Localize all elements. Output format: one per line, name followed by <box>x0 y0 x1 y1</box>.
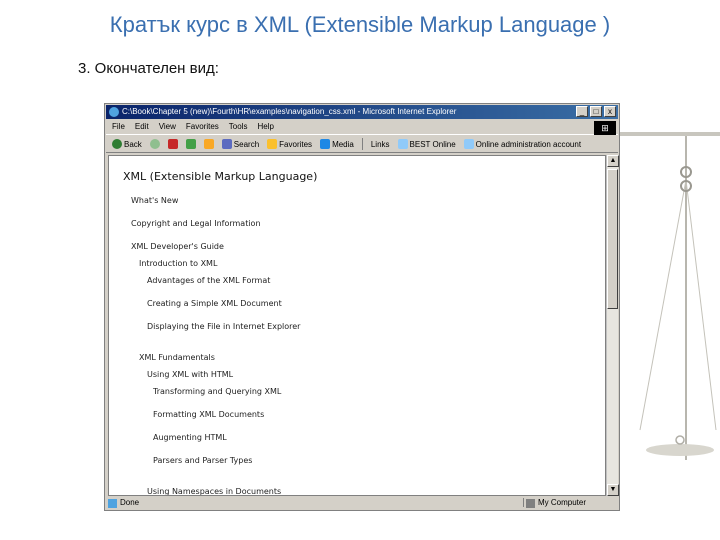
menu-edit[interactable]: Edit <box>135 120 149 134</box>
tree-item: Introduction to XML <box>139 259 218 268</box>
home-button[interactable] <box>203 139 214 149</box>
stop-button[interactable] <box>167 139 178 149</box>
refresh-button[interactable] <box>185 139 196 149</box>
stop-icon <box>167 139 178 149</box>
media-icon <box>320 139 331 149</box>
windows-logo-icon: ⊞ <box>594 121 616 135</box>
link-page-icon <box>397 139 408 149</box>
tree-item: Parsers and Parser Types <box>153 456 253 465</box>
refresh-icon <box>185 139 196 149</box>
page-content[interactable]: XML (Extensible Markup Language) What's … <box>108 155 606 496</box>
link-best-online[interactable]: BEST Online <box>397 139 456 149</box>
links-label: Links <box>370 139 390 149</box>
search-icon <box>221 139 232 149</box>
tree-item: XML Developer's Guide <box>131 242 224 251</box>
menu-bar: File Edit View Favorites Tools Help ⊞ <box>106 120 618 135</box>
tree-item: Displaying the File in Internet Explorer <box>147 322 301 331</box>
scroll-down-icon[interactable]: ▼ <box>607 484 619 496</box>
link-online-admin-label: Online administration account <box>475 139 582 149</box>
tree-item: Augmenting HTML <box>153 433 227 442</box>
tree-item: Advantages of the XML Format <box>147 276 271 285</box>
media-button[interactable]: Media <box>320 139 354 149</box>
scroll-thumb[interactable] <box>607 169 618 309</box>
tree-item: Using XML with HTML <box>147 370 234 379</box>
link-best-online-label: BEST Online <box>409 139 456 149</box>
favorites-icon <box>267 139 278 149</box>
favorites-label: Favorites <box>279 139 313 149</box>
tree-item: What's New <box>131 196 179 205</box>
browser-window: C:\Book\Chapter 5 (new)\Fourth\HR\exampl… <box>104 103 620 511</box>
tree-item: XML Fundamentals <box>139 353 215 362</box>
menu-help[interactable]: Help <box>257 120 273 134</box>
window-titlebar[interactable]: C:\Book\Chapter 5 (new)\Fourth\HR\exampl… <box>106 105 618 119</box>
search-button[interactable]: Search <box>221 139 260 149</box>
media-label: Media <box>332 139 354 149</box>
scroll-up-icon[interactable]: ▲ <box>607 155 619 167</box>
forward-arrow-icon <box>149 139 160 149</box>
back-arrow-icon <box>112 139 122 149</box>
slide-title: Кратък курс в XML (Extensible Markup Lan… <box>109 12 611 37</box>
favorites-button[interactable]: Favorites <box>267 139 312 149</box>
document-heading: XML (Extensible Markup Language) <box>123 170 318 183</box>
zone-text: My Computer <box>538 498 587 507</box>
tree-item: Using Namespaces in Documents <box>147 487 282 496</box>
home-icon <box>203 139 214 149</box>
link-online-admin[interactable]: Online administration account <box>463 139 582 149</box>
menu-tools[interactable]: Tools <box>229 120 248 134</box>
close-button[interactable]: x <box>604 106 616 117</box>
status-text: Done <box>120 498 140 507</box>
vertical-scrollbar[interactable]: ▲ ▼ <box>606 155 619 496</box>
slide-subtitle: 3. Окончателен вид: <box>78 60 219 77</box>
tree-item: Copyright and Legal Information <box>131 219 261 228</box>
menu-favorites[interactable]: Favorites <box>186 120 219 134</box>
ie-icon <box>109 107 119 117</box>
menu-file[interactable]: File <box>112 120 125 134</box>
back-label: Back <box>124 139 142 149</box>
tree-item: Formatting XML Documents <box>153 410 265 419</box>
link-page-icon <box>463 139 474 149</box>
forward-button[interactable] <box>149 139 160 149</box>
status-bar: Done My Computer <box>106 496 618 509</box>
search-label: Search <box>233 139 260 149</box>
back-button[interactable]: Back <box>112 139 142 149</box>
toolbar: Back Search Favorites Media Links BEST O… <box>106 136 618 153</box>
minimize-button[interactable]: _ <box>576 106 588 117</box>
tree-item: Transforming and Querying XML <box>153 387 282 396</box>
menu-view[interactable]: View <box>159 120 176 134</box>
links-button[interactable]: Links <box>371 140 390 149</box>
toolbar-separator <box>361 138 363 150</box>
computer-icon <box>526 499 535 508</box>
page-done-icon <box>108 499 117 508</box>
tree-item: Creating a Simple XML Document <box>147 299 282 308</box>
window-title: C:\Book\Chapter 5 (new)\Fourth\HR\exampl… <box>122 107 457 116</box>
maximize-button[interactable]: □ <box>590 106 602 117</box>
